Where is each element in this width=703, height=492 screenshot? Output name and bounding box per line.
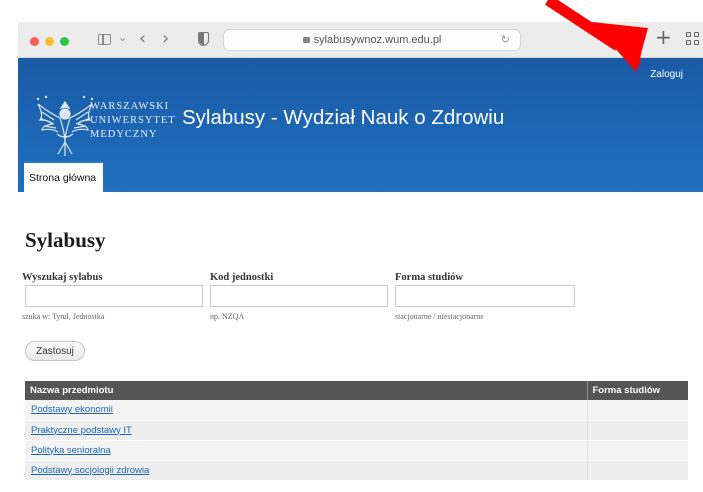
login-link[interactable]: Zaloguj <box>650 69 683 80</box>
search-syllabus-input[interactable] <box>25 285 203 307</box>
new-tab-button[interactable]: + <box>655 25 672 49</box>
syllabus-table: Nazwa przedmiotu Forma studiów Podstawy … <box>25 381 688 481</box>
url-display: sylabusywnoz.wum.edu.pl <box>224 34 520 46</box>
tab-home[interactable]: Strona główna <box>24 161 103 192</box>
lock-icon <box>302 37 310 43</box>
chevron-down-icon[interactable]: ⌄ <box>118 31 127 44</box>
subject-link[interactable]: Podstawy socjologii zdrowia <box>31 465 149 476</box>
university-name-line-2: UNIWERSYTET <box>90 115 176 126</box>
university-name-line-3: MEDYCZNY <box>90 129 158 140</box>
study-form-cell <box>587 420 688 441</box>
browser-toolbar: ⌄ ‹ › sylabusywnoz.wum.edu.pl ↻ + <box>18 22 703 58</box>
table-header-row: Nazwa przedmiotu Forma studiów <box>25 381 688 400</box>
privacy-shield-icon[interactable] <box>198 32 209 46</box>
university-name-line-1: WARSZAWSKI <box>90 101 170 112</box>
forward-button[interactable]: › <box>162 28 169 49</box>
study-form-input[interactable] <box>395 285 575 307</box>
close-window-button[interactable] <box>30 37 39 46</box>
subject-link[interactable]: Podstawy ekonomii <box>31 404 113 415</box>
page-title: Sylabusy <box>25 228 106 252</box>
site-header: Zaloguj WARSZAWSKI UNIWERSYTET MEDYCZNY … <box>18 58 703 192</box>
maximize-window-button[interactable] <box>60 37 69 46</box>
study-form-cell <box>587 440 688 461</box>
subject-link[interactable]: Praktyczne podstawy IT <box>31 425 132 436</box>
tab-overview-icon[interactable] <box>686 32 700 46</box>
back-button[interactable]: ‹ <box>139 28 146 49</box>
unit-code-input[interactable] <box>210 285 388 307</box>
table-row: Polityka senioralna <box>25 440 688 461</box>
site-title: Sylabusy - Wydział Nauk o Zdrowiu <box>182 106 505 129</box>
column-header-study-form[interactable]: Forma studiów <box>587 381 688 400</box>
table-row: Praktyczne podstawy IT <box>25 420 688 441</box>
address-bar[interactable]: sylabusywnoz.wum.edu.pl ↻ <box>223 29 521 51</box>
url-text: sylabusywnoz.wum.edu.pl <box>313 34 442 46</box>
study-form-cell <box>587 460 688 481</box>
subject-name-cell: Podstawy socjologii zdrowia <box>25 460 588 481</box>
university-name: WARSZAWSKI UNIWERSYTET MEDYCZNY <box>90 100 176 142</box>
table-row: Podstawy ekonomii <box>25 400 688 421</box>
subject-link[interactable]: Polityka senioralna <box>31 445 111 456</box>
column-header-subject-name[interactable]: Nazwa przedmiotu <box>25 381 588 400</box>
subject-name-cell: Praktyczne podstawy IT <box>25 420 588 441</box>
reload-icon[interactable]: ↻ <box>501 33 510 46</box>
subject-name-cell: Podstawy ekonomii <box>25 400 588 421</box>
sidebar-toggle-icon[interactable] <box>98 34 111 45</box>
search-syllabus-hint: szuka w: Tytuł, Jednostka <box>22 312 105 321</box>
minimize-window-button[interactable] <box>45 37 54 46</box>
apply-button[interactable]: Zastosuj <box>25 341 85 361</box>
unit-code-hint: np. NZQA <box>210 312 245 321</box>
search-syllabus-label: Wyszukaj sylabus <box>22 272 103 283</box>
study-form-label: Forma studiów <box>395 272 463 283</box>
table-row: Podstawy socjologii zdrowia <box>25 460 688 481</box>
unit-code-label: Kod jednostki <box>210 272 274 283</box>
study-form-cell <box>587 400 688 421</box>
study-form-hint: stacjonarne / niestacjonarne <box>395 312 484 321</box>
subject-name-cell: Polityka senioralna <box>25 440 588 461</box>
